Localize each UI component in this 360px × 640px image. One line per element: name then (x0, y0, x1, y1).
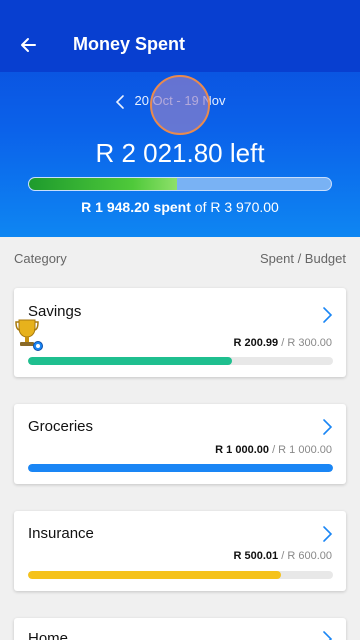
category-name: Home (28, 630, 69, 640)
overall-progress-bar (28, 177, 332, 191)
trophy-icon (14, 318, 44, 352)
open-category-button[interactable] (320, 630, 334, 640)
category-progress-fill (28, 464, 333, 472)
category-spent: R 500.01 (233, 550, 279, 562)
category-column-header: Category (14, 251, 67, 266)
overall-progress-fill (29, 178, 177, 190)
category-card-groceries[interactable]: Groceries R 1 000.00 / R 1 000.00 (14, 404, 346, 484)
open-category-button[interactable] (320, 306, 334, 324)
budget-total: of R 3 970.00 (194, 199, 279, 215)
category-card-savings[interactable]: Savings R 200.99 / R 300.00 (14, 288, 346, 377)
open-category-button[interactable] (320, 418, 334, 436)
category-progress-fill (28, 571, 282, 579)
category-spent: R 200.99 (233, 337, 279, 349)
category-card-insurance[interactable]: Insurance R 500.01 / R 600.00 (14, 511, 346, 591)
chevron-right-icon (323, 631, 333, 640)
chevron-right-icon (323, 419, 333, 435)
category-amount: R 500.01 / R 600.00 (234, 550, 332, 562)
category-card-home[interactable]: Home (14, 618, 346, 640)
spent-budget-column-header: Spent / Budget (259, 251, 346, 266)
category-progress-bar (28, 357, 333, 365)
category-name: Groceries (28, 418, 94, 435)
category-amount: R 1 000.00 / R 1 000.00 (215, 444, 332, 456)
summary-header: Money Spent 20 Oct - 19 Nov R 2 021.80 l… (0, 0, 360, 237)
category-progress-fill (28, 357, 233, 365)
category-name: Insurance (28, 525, 94, 542)
category-progress-bar (28, 464, 333, 472)
page-title: Money Spent (73, 34, 186, 54)
spent-summary: R 1 948.20 spent of R 3 970.00 (0, 199, 360, 215)
category-budget: / R 600.00 (281, 550, 332, 562)
spent-amount: R 1 948.20 spent (81, 199, 191, 215)
back-button[interactable] (14, 30, 42, 60)
category-amount: R 200.99 / R 300.00 (234, 337, 332, 349)
category-progress-bar (28, 571, 333, 579)
category-budget: / R 300.00 (281, 337, 332, 349)
amount-left: R 2 021.80 left (95, 138, 265, 168)
chevron-right-icon (323, 526, 333, 542)
category-budget: / R 1 000.00 (272, 444, 332, 456)
chevron-right-icon (323, 307, 333, 323)
top-app-bar: Money Spent (0, 0, 360, 72)
touch-indicator (150, 75, 210, 135)
arrow-left-icon (21, 38, 36, 52)
open-category-button[interactable] (320, 525, 334, 543)
category-spent: R 1 000.00 (215, 444, 269, 456)
